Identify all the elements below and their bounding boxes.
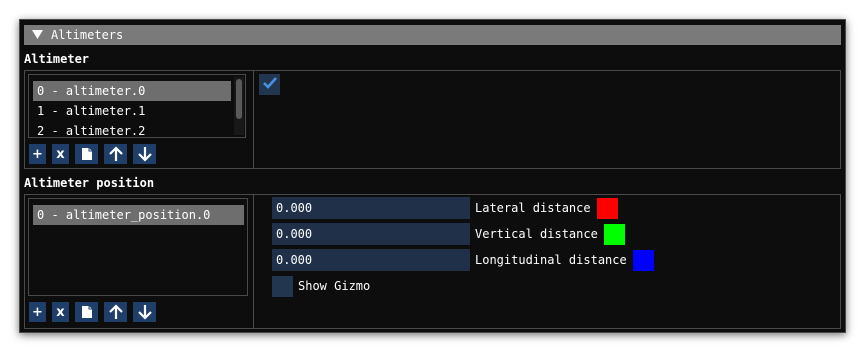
lateral-distance-label: Lateral distance xyxy=(475,201,591,215)
altimeter-position-section-title: Altimeter position xyxy=(24,176,155,190)
altimeter-position-add-button[interactable]: + xyxy=(29,302,46,322)
lateral-distance-input[interactable]: 0.000 xyxy=(272,197,470,219)
vertical-distance-input[interactable]: 0.000 xyxy=(272,223,470,245)
altimeter-list-scrollbar[interactable] xyxy=(234,77,244,135)
copy-icon xyxy=(81,147,93,161)
show-gizmo-label: Show Gizmo xyxy=(298,279,371,293)
altimeter-listbox[interactable]: 0 - altimeter.0 1 - altimeter.1 2 - alti… xyxy=(28,74,246,138)
altimeter-list-item-2[interactable]: 2 - altimeter.2 xyxy=(33,121,231,137)
vertical-distance-color-swatch[interactable] xyxy=(603,223,625,245)
show-gizmo-row: Show Gizmo xyxy=(272,275,370,297)
altimeter-position-listbox[interactable]: 0 - altimeter_position.0 xyxy=(28,198,248,296)
altimeters-window: Altimeters Altimeter 0 - altimeter.0 1 -… xyxy=(19,19,846,333)
arrow-up-icon xyxy=(108,146,123,162)
altimeter-panel: 0 - altimeter.0 1 - altimeter.1 2 - alti… xyxy=(24,70,841,169)
altimeter-enabled-checkbox[interactable] xyxy=(259,74,280,95)
altimeter-add-button[interactable]: + xyxy=(29,144,46,164)
altimeter-position-copy-button[interactable] xyxy=(75,302,98,322)
longitudinal-distance-color-swatch[interactable] xyxy=(632,249,654,271)
altimeter-move-up-button[interactable] xyxy=(104,144,127,164)
altimeter-position-list-item-0[interactable]: 0 - altimeter_position.0 xyxy=(33,205,244,225)
checkmark-icon xyxy=(262,76,278,93)
altimeter-list-item-0[interactable]: 0 - altimeter.0 xyxy=(33,81,231,101)
vertical-distance-row: 0.000 Vertical distance xyxy=(272,223,625,245)
longitudinal-distance-row: 0.000 Longitudinal distance xyxy=(272,249,654,271)
altimeter-remove-button[interactable]: x xyxy=(52,144,69,164)
arrow-up-icon xyxy=(108,304,123,320)
altimeter-panel-divider xyxy=(253,71,254,168)
copy-icon xyxy=(81,305,93,319)
altimeter-position-toolbar: + x xyxy=(29,302,156,322)
vertical-distance-label: Vertical distance xyxy=(475,227,598,241)
show-gizmo-checkbox[interactable] xyxy=(272,275,293,297)
lateral-distance-color-swatch[interactable] xyxy=(596,197,618,219)
altimeter-position-move-up-button[interactable] xyxy=(104,302,127,322)
lateral-distance-row: 0.000 Lateral distance xyxy=(272,197,618,219)
altimeter-toolbar: + x xyxy=(29,144,156,164)
arrow-down-icon xyxy=(137,304,152,320)
altimeter-list-scrollbar-thumb[interactable] xyxy=(236,79,242,119)
altimeter-section-title: Altimeter xyxy=(24,52,90,66)
triangle-down-icon[interactable] xyxy=(31,29,43,41)
altimeters-header-title: Altimeters xyxy=(51,28,124,42)
longitudinal-distance-input[interactable]: 0.000 xyxy=(272,249,470,271)
arrow-down-icon xyxy=(137,146,152,162)
altimeters-collapse-header[interactable]: Altimeters xyxy=(24,25,841,45)
altimeter-copy-button[interactable] xyxy=(75,144,98,164)
altimeter-move-down-button[interactable] xyxy=(133,144,156,164)
altimeter-position-panel-divider xyxy=(253,195,254,328)
longitudinal-distance-label: Longitudinal distance xyxy=(475,253,627,267)
altimeter-position-remove-button[interactable]: x xyxy=(52,302,69,322)
altimeter-position-move-down-button[interactable] xyxy=(133,302,156,322)
altimeter-list-item-1[interactable]: 1 - altimeter.1 xyxy=(33,101,231,121)
